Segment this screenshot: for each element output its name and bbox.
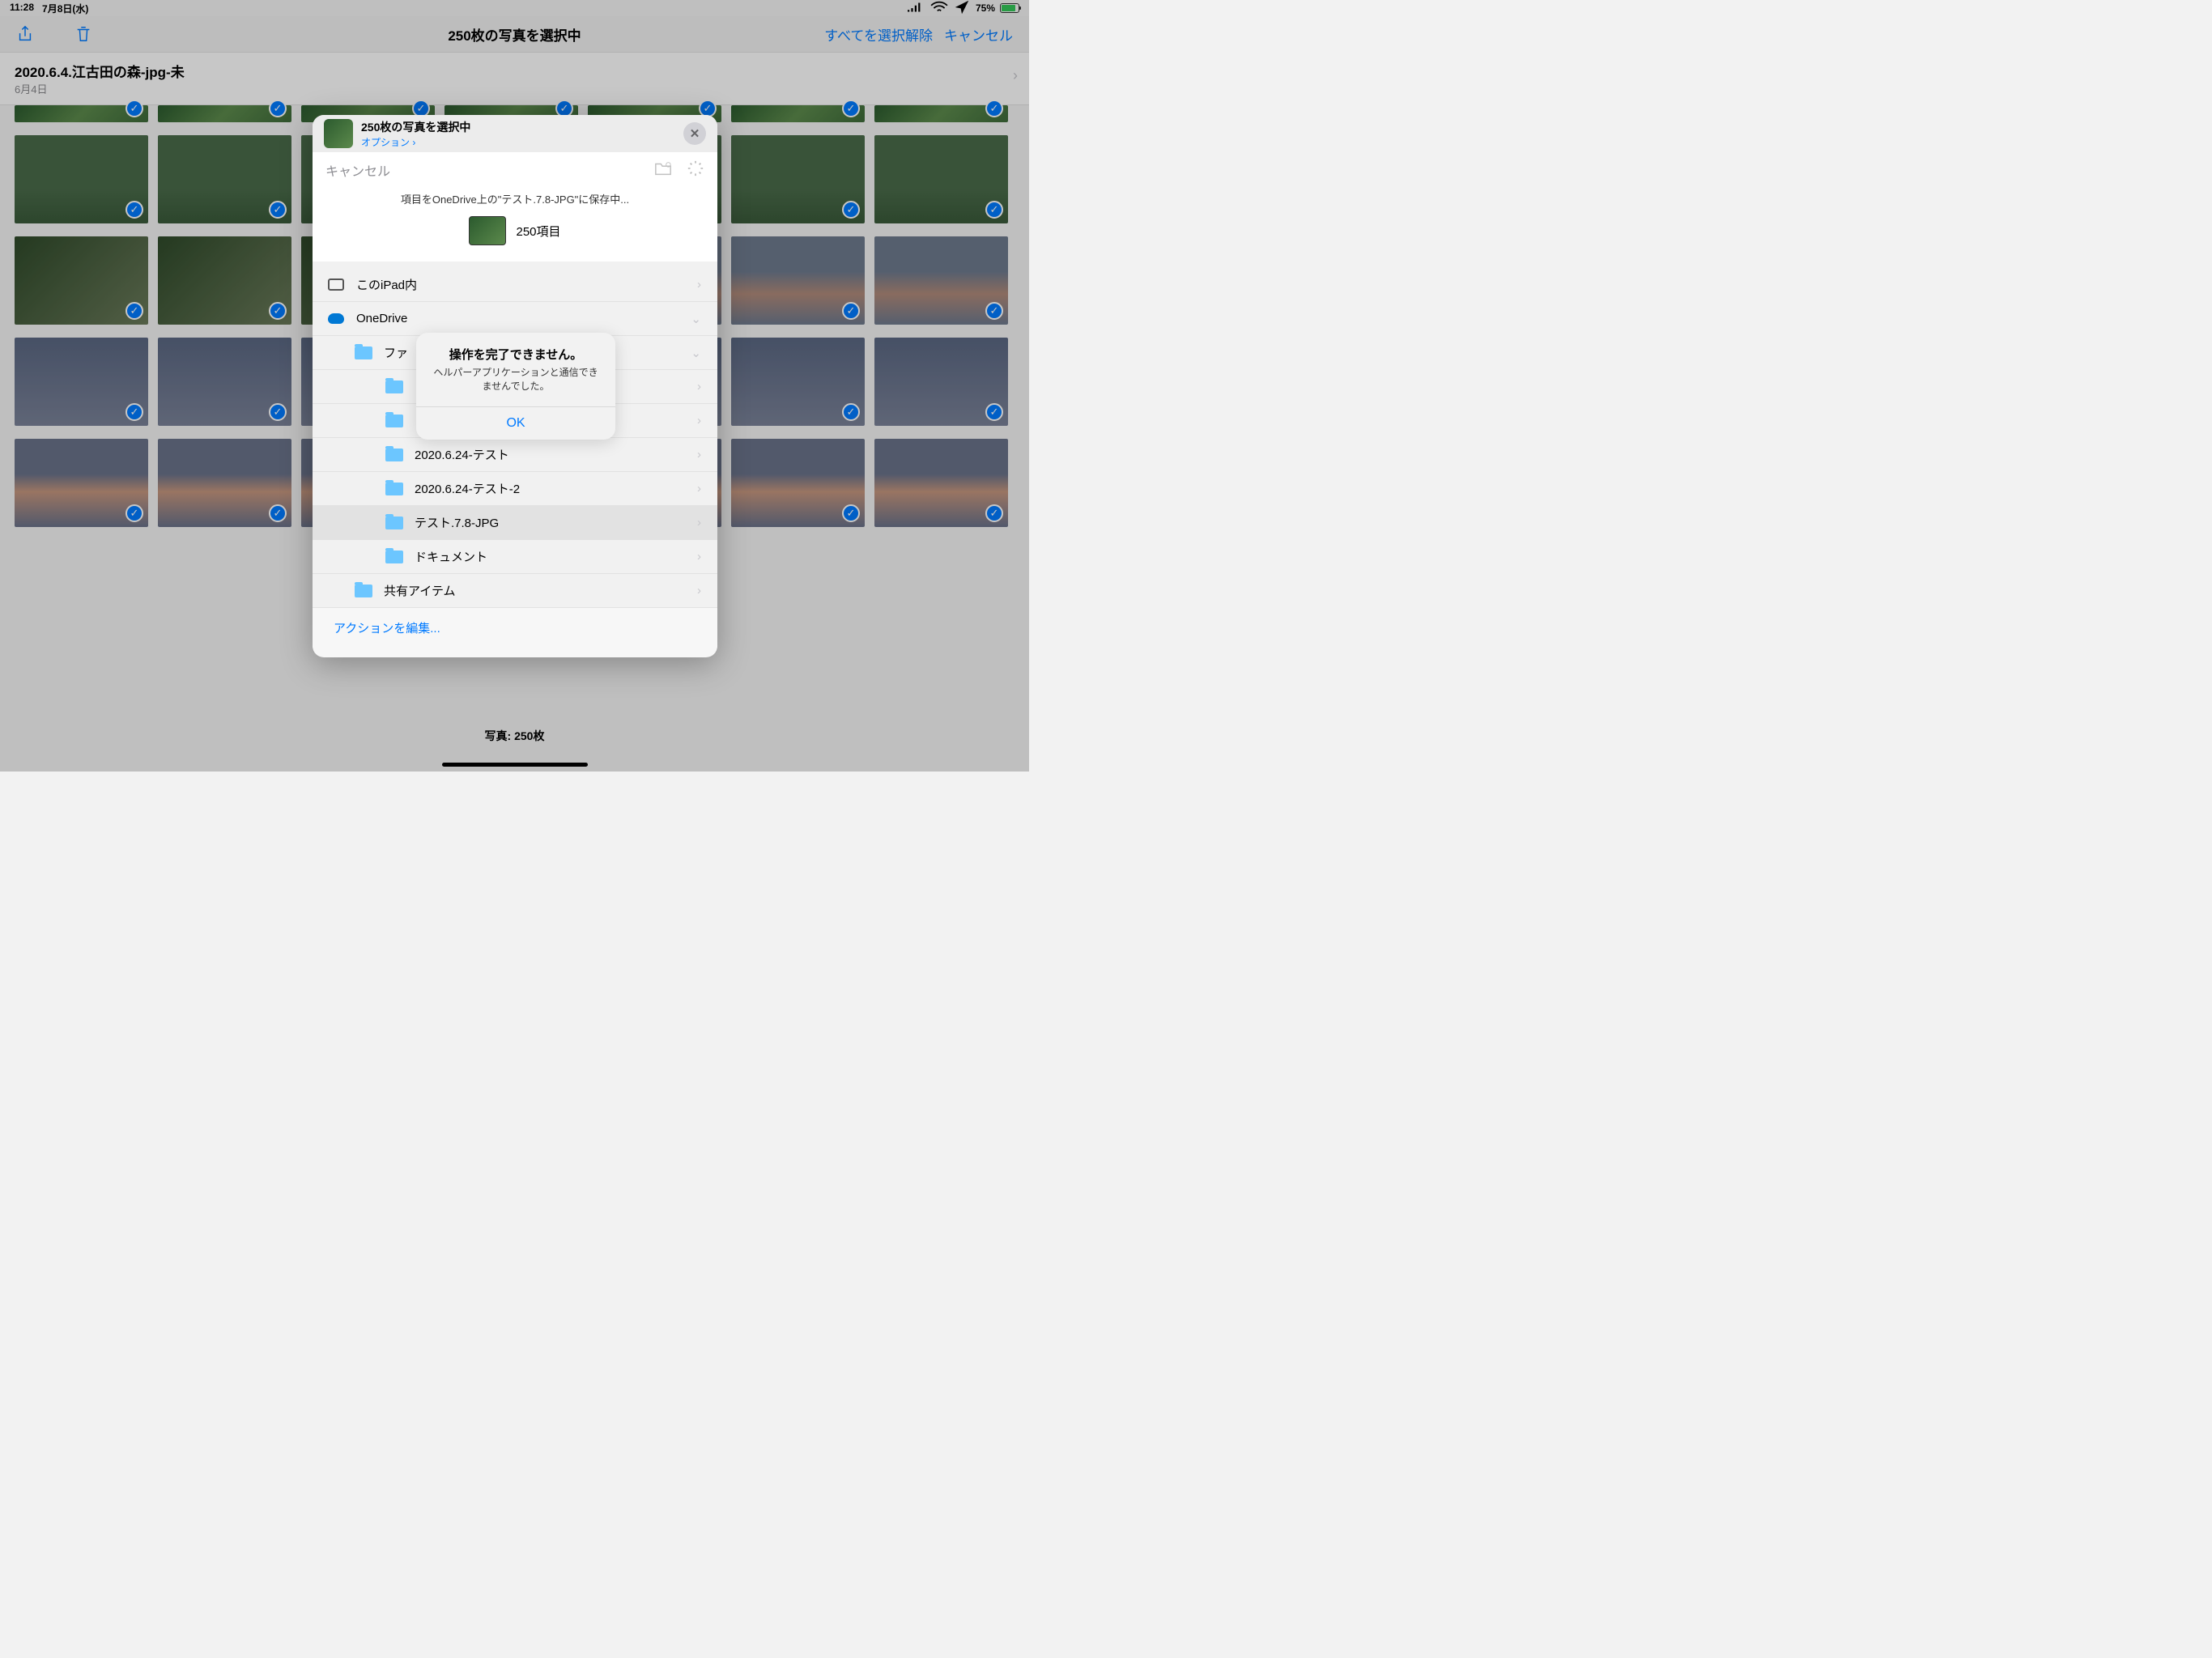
- chevron-right-icon: ›: [697, 380, 701, 393]
- chevron-right-icon: ›: [697, 414, 701, 427]
- save-cancel-button[interactable]: キャンセル: [325, 160, 390, 180]
- item-thumbnail: [469, 216, 506, 245]
- alert-ok-button[interactable]: OK: [416, 406, 615, 440]
- edit-actions-button[interactable]: アクションを編集...: [313, 608, 717, 648]
- chevron-right-icon: ›: [697, 278, 701, 291]
- home-indicator[interactable]: [442, 763, 588, 767]
- folder-icon: [385, 517, 403, 529]
- onedrive-icon: [327, 313, 345, 324]
- chevron-right-icon: ›: [697, 482, 701, 495]
- alert-title: 操作を完了できません。: [416, 333, 615, 366]
- folder-icon: [385, 380, 403, 393]
- folder-icon: [355, 585, 372, 597]
- location-label: OneDrive: [356, 312, 407, 325]
- location-row[interactable]: ドキュメント ›: [313, 540, 717, 574]
- location-row[interactable]: OneDrive ⌄: [313, 302, 717, 336]
- share-title: 250枚の写真を選択中: [361, 119, 470, 135]
- location-label: 2020.6.24-テスト: [415, 446, 509, 463]
- location-row[interactable]: テスト.7.8-JPG ›: [313, 506, 717, 540]
- error-alert: 操作を完了できません。 ヘルパーアプリケーションと通信できませんでした。 OK: [416, 333, 615, 440]
- location-label: 共有アイテム: [384, 582, 456, 599]
- folder-icon: [385, 414, 403, 427]
- chevron-down-icon: ⌄: [691, 312, 701, 326]
- ipad-icon: [327, 278, 345, 291]
- folder-icon: [355, 346, 372, 359]
- spinner-icon: [687, 159, 704, 181]
- chevron-right-icon: ›: [697, 584, 701, 597]
- chevron-right-icon: ›: [697, 550, 701, 563]
- location-row[interactable]: このiPad内 ›: [313, 268, 717, 302]
- chevron-down-icon: ⌄: [691, 346, 701, 360]
- location-label: ドキュメント: [415, 548, 487, 565]
- close-icon[interactable]: ✕: [683, 122, 706, 145]
- new-folder-icon[interactable]: [654, 159, 672, 181]
- share-thumbnail: [324, 119, 353, 148]
- folder-icon: [385, 551, 403, 563]
- folder-icon: [385, 483, 403, 495]
- saving-message: 項目をOneDrive上の"テスト.7.8-JPG"に保存中...: [313, 188, 717, 216]
- chevron-right-icon: ›: [697, 448, 701, 461]
- location-label: このiPad内: [356, 276, 417, 293]
- location-label: 2020.6.24-テスト-2: [415, 480, 520, 497]
- location-label: テスト.7.8-JPG: [415, 514, 499, 531]
- location-row[interactable]: 2020.6.24-テスト ›: [313, 438, 717, 472]
- share-options-link[interactable]: オプション ›: [361, 135, 470, 149]
- location-row[interactable]: 2020.6.24-テスト-2 ›: [313, 472, 717, 506]
- chevron-right-icon: ›: [697, 516, 701, 529]
- location-label: ファ: [384, 344, 408, 361]
- alert-message: ヘルパーアプリケーションと通信できませんでした。: [416, 366, 615, 406]
- folder-icon: [385, 449, 403, 461]
- location-row[interactable]: 共有アイテム ›: [313, 574, 717, 608]
- item-count-label: 250項目: [516, 223, 560, 240]
- share-sheet-header: 250枚の写真を選択中 オプション › ✕: [313, 115, 717, 152]
